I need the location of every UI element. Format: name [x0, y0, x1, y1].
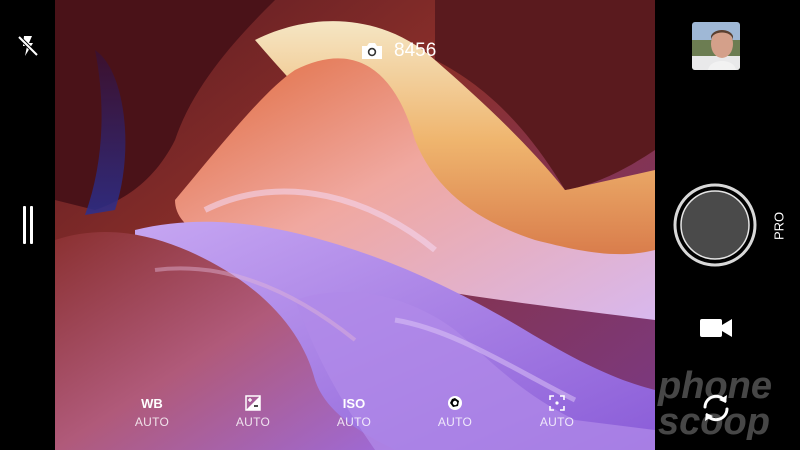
- exposure-value: AUTO: [235, 415, 271, 429]
- video-camera-icon[interactable]: [698, 316, 734, 340]
- focus-icon: [549, 395, 565, 411]
- camera-viewfinder[interactable]: [55, 0, 655, 450]
- wb-label: WB: [141, 395, 163, 411]
- exposure-icon: [245, 395, 261, 411]
- aperture-icon: [448, 396, 462, 410]
- setting-iso[interactable]: ISO AUTO: [324, 394, 384, 434]
- iso-value: AUTO: [336, 415, 372, 429]
- setting-white-balance[interactable]: WB AUTO: [122, 394, 182, 434]
- setting-exposure[interactable]: AUTO: [223, 394, 283, 434]
- gallery-thumbnail[interactable]: [692, 22, 740, 70]
- camera-icon: [360, 42, 384, 60]
- shot-counter: 8456: [360, 40, 436, 62]
- flash-off-icon[interactable]: [15, 33, 41, 59]
- setting-shutter-speed[interactable]: AUTO: [425, 394, 485, 434]
- shot-counter-value: 8456: [394, 40, 437, 61]
- shutter-speed-value: AUTO: [437, 415, 473, 429]
- shutter-button[interactable]: [673, 183, 757, 267]
- drawer-handle-icon[interactable]: [20, 206, 36, 244]
- viewfinder-image: [55, 0, 655, 450]
- iso-label: ISO: [342, 395, 366, 411]
- pro-mode-label[interactable]: PRO: [771, 212, 787, 240]
- focus-value: AUTO: [539, 415, 575, 429]
- wb-value: AUTO: [134, 415, 170, 429]
- switch-camera-icon[interactable]: [698, 390, 734, 426]
- setting-focus[interactable]: AUTO: [527, 394, 587, 434]
